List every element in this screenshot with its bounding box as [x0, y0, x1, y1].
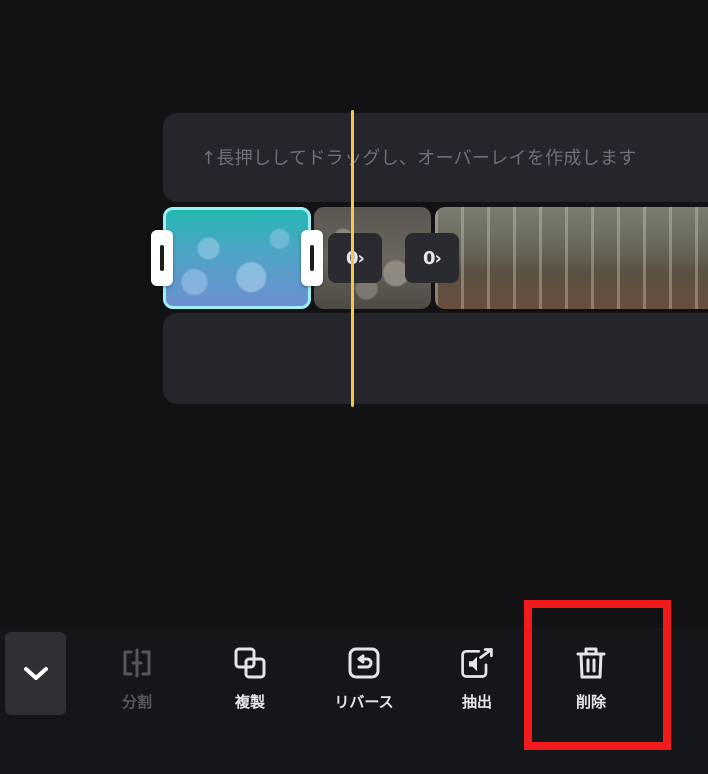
- duplicate-button[interactable]: 複製: [200, 645, 300, 712]
- extract-audio-icon: [461, 648, 493, 678]
- transition-button[interactable]: 0›: [405, 233, 459, 283]
- video-clip-selected[interactable]: [163, 207, 311, 309]
- transition-button[interactable]: 0›: [328, 233, 382, 283]
- duplicate-icon: [234, 647, 266, 679]
- reverse-button[interactable]: リバース: [314, 645, 414, 712]
- extract-label: 抽出: [461, 693, 492, 711]
- transition-icon: 0›: [423, 247, 442, 269]
- overlay-hint: ↑長押ししてドラッグし、オーバーレイを作成します: [201, 148, 637, 169]
- split-label: 分割: [121, 693, 152, 711]
- extract-audio-button[interactable]: 抽出: [427, 645, 527, 712]
- collapse-toolbar-button[interactable]: [5, 632, 66, 715]
- audio-track[interactable]: [163, 313, 708, 404]
- transition-icon: 0›: [346, 247, 365, 269]
- split-icon: [123, 648, 151, 678]
- split-button[interactable]: 分割: [87, 645, 187, 712]
- chevron-down-icon: [23, 666, 48, 680]
- clip-trim-handle-left[interactable]: [151, 230, 173, 286]
- playhead[interactable]: [351, 110, 354, 407]
- duplicate-label: 複製: [234, 693, 265, 711]
- delete-highlight-box: [524, 600, 671, 750]
- clip-trim-handle-right[interactable]: [301, 230, 323, 286]
- video-clip[interactable]: [435, 207, 708, 309]
- reverse-label: リバース: [334, 693, 394, 711]
- reverse-icon: [348, 647, 380, 679]
